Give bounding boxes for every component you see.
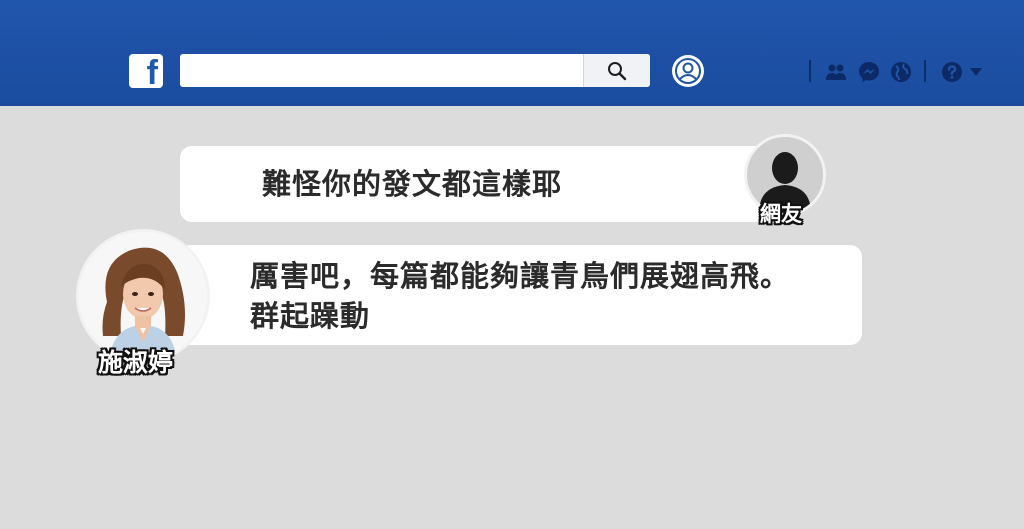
- profile-icon: [675, 58, 701, 84]
- nav-divider: [924, 60, 926, 82]
- nav-divider: [809, 60, 811, 82]
- help-button[interactable]: [940, 60, 964, 84]
- comment-text: 難怪你的發文都這樣耶: [262, 167, 563, 201]
- help-icon: [942, 62, 962, 82]
- top-navigation-bar: f: [0, 0, 1024, 106]
- friends-icon: [826, 64, 846, 80]
- search-button[interactable]: [583, 54, 650, 87]
- reply-text-line2: 群起躁動: [250, 299, 371, 333]
- notifications-button[interactable]: [889, 60, 913, 84]
- search-input[interactable]: [180, 54, 580, 87]
- facebook-logo-icon[interactable]: f: [129, 54, 163, 92]
- comment-bubble: 難怪你的發文都這樣耶: [180, 146, 800, 222]
- search-bar: [180, 54, 650, 87]
- messenger-icon: [859, 62, 879, 82]
- profile-button[interactable]: [672, 55, 704, 87]
- reply-text-line1: 厲害吧，每篇都能夠讓青鳥們展翅高飛。: [250, 259, 791, 293]
- search-icon: [608, 61, 627, 80]
- netizen-name: 網友: [760, 202, 802, 226]
- portrait-photo: [79, 232, 207, 360]
- reply-bubble: 厲害吧，每篇都能夠讓青鳥們展翅高飛。 群起躁動: [178, 245, 862, 345]
- logo-letter: f: [146, 54, 158, 92]
- globe-icon: [891, 62, 911, 82]
- messenger-button[interactable]: [857, 60, 881, 84]
- host-name: 施淑婷: [98, 348, 174, 377]
- friends-button[interactable]: [824, 60, 848, 84]
- caret-down-icon: [970, 68, 982, 76]
- account-menu-button[interactable]: [968, 60, 984, 84]
